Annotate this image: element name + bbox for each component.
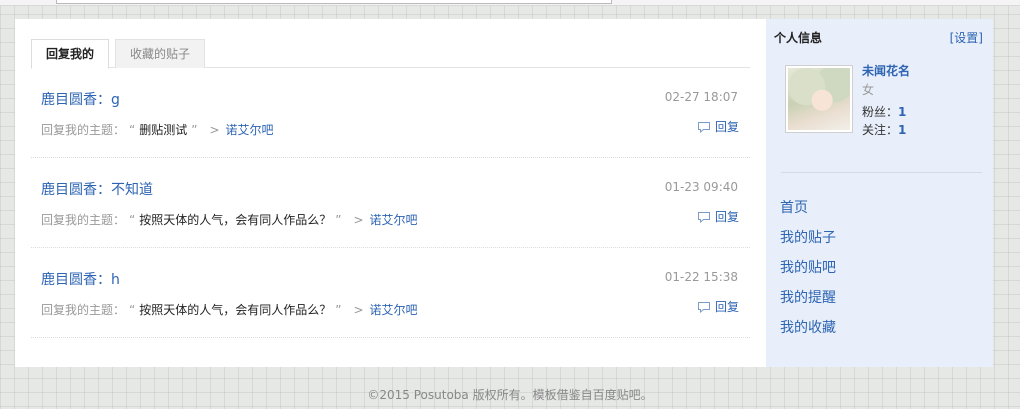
meta-prefix: 回复我的主题：	[41, 303, 126, 317]
reply-title[interactable]: 鹿目圆香：g	[41, 89, 120, 109]
tab-favorite-posts[interactable]: 收藏的贴子	[115, 39, 206, 68]
reply-meta: 回复我的主题： “按照天体的人气，会有同人作品么？ ” > 诺艾尔吧	[41, 211, 418, 228]
comment-bubble-icon	[697, 301, 710, 313]
top-search-input[interactable]	[56, 0, 612, 4]
reply-item: 鹿目圆香：不知道 01-23 09:40 回复我的主题： “按照天体的人气，会有同…	[31, 158, 750, 248]
reply-button-label: 回复	[714, 120, 739, 134]
tab-replies-to-me[interactable]: 回复我的	[31, 39, 110, 69]
reply-title[interactable]: 鹿目圆香：h	[41, 269, 120, 289]
reply-button[interactable]: 回复	[697, 118, 739, 135]
meta-prefix: 回复我的主题：	[41, 123, 126, 137]
quote-open: “	[129, 213, 136, 227]
meta-prefix: 回复我的主题：	[41, 213, 126, 227]
content-panel: 回复我的 收藏的贴子 鹿目圆香：g 02-27 18:07 回复我的主题： “删贴…	[15, 19, 993, 367]
reply-button-label: 回复	[714, 210, 739, 224]
reply-item: 鹿目圆香：h 01-22 15:38 回复我的主题： “按照天体的人气，会有同人作…	[31, 248, 750, 338]
fans-stat: 粉丝：1	[862, 103, 906, 120]
settings-link[interactable]: [设置]	[950, 29, 983, 46]
fans-label: 粉丝：	[862, 105, 899, 119]
quote-close: ”	[335, 213, 342, 227]
sidebar: 个人信息 [设置] 未闻花名 女 粉丝：1 关注：1 首页 我的贴子 我的贴吧 …	[766, 19, 993, 367]
forum-link[interactable]: 诺艾尔吧	[370, 213, 418, 227]
arrow-separator: >	[209, 123, 220, 137]
username-link[interactable]: 未闻花名	[862, 62, 910, 79]
sidebar-nav: 首页 我的贴子 我的贴吧 我的提醒 我的收藏	[780, 198, 836, 348]
thread-subject-link[interactable]: 删贴测试	[139, 123, 187, 137]
reply-meta: 回复我的主题： “删贴测试 ” > 诺艾尔吧	[41, 121, 274, 138]
follow-stat: 关注：1	[862, 121, 906, 138]
browser-top-bar	[0, 0, 1020, 6]
reply-time: 01-22 15:38	[664, 270, 738, 284]
reply-meta: 回复我的主题： “按照天体的人气，会有同人作品么？ ” > 诺艾尔吧	[41, 301, 418, 318]
fans-count-link[interactable]: 1	[898, 105, 906, 119]
nav-my-forums[interactable]: 我的贴吧	[780, 258, 836, 288]
avatar-image	[788, 68, 850, 130]
arrow-separator: >	[353, 213, 364, 227]
comment-bubble-icon	[697, 211, 710, 223]
footer-copyright: ©2015 Posutoba 版权所有。模板借鉴自百度贴吧。	[367, 388, 653, 402]
quote-open: “	[129, 123, 136, 137]
tab-bar: 回复我的 收藏的贴子	[31, 39, 750, 69]
reply-item: 鹿目圆香：g 02-27 18:07 回复我的主题： “删贴测试 ” > 诺艾尔吧 回复	[31, 68, 750, 158]
quote-close: ”	[191, 123, 198, 137]
arrow-separator: >	[353, 303, 364, 317]
forum-link[interactable]: 诺艾尔吧	[226, 123, 274, 137]
reply-button[interactable]: 回复	[697, 208, 739, 225]
nav-my-reminders[interactable]: 我的提醒	[780, 288, 836, 318]
sidebar-divider	[781, 172, 982, 173]
user-gender: 女	[862, 83, 875, 97]
reply-list: 鹿目圆香：g 02-27 18:07 回复我的主题： “删贴测试” > 诺艾尔吧 回复…	[31, 68, 750, 338]
comment-bubble-icon	[697, 121, 710, 133]
reply-time: 01-23 09:40	[664, 180, 738, 194]
reply-button[interactable]: 回复	[697, 298, 739, 315]
reply-time: 02-27 18:07	[664, 90, 738, 104]
sidebar-heading: 个人信息	[774, 31, 823, 45]
main-column: 回复我的 收藏的贴子 鹿目圆香：g 02-27 18:07 回复我的主题： “删贴…	[15, 19, 765, 367]
avatar[interactable]	[785, 65, 853, 133]
thread-subject-link[interactable]: 按照天体的人气，会有同人作品么？	[139, 213, 331, 227]
nav-my-favorites[interactable]: 我的收藏	[780, 318, 836, 348]
nav-home[interactable]: 首页	[780, 198, 836, 228]
thread-subject-link[interactable]: 按照天体的人气，会有同人作品么？	[139, 303, 331, 317]
quote-close: ”	[335, 303, 342, 317]
follow-count-link[interactable]: 1	[898, 123, 906, 137]
nav-my-posts[interactable]: 我的贴子	[780, 228, 836, 258]
quote-open: “	[129, 303, 136, 317]
reply-title[interactable]: 鹿目圆香：不知道	[41, 179, 153, 199]
reply-button-label: 回复	[714, 300, 739, 314]
follow-label: 关注：	[862, 123, 899, 137]
forum-link[interactable]: 诺艾尔吧	[370, 303, 418, 317]
